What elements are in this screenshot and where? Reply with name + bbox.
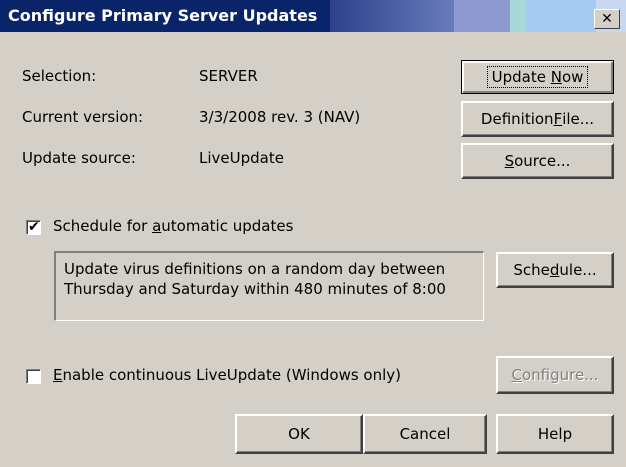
check-icon: ✔ — [28, 219, 40, 235]
definition-file-button[interactable]: Definition File... — [461, 101, 614, 137]
cancel-button[interactable]: Cancel — [363, 414, 487, 454]
configure-updates-dialog: Configure Primary Server Updates ✕ Selec… — [0, 0, 626, 467]
configure-button[interactable]: Configure... — [496, 356, 614, 394]
continuous-liveupdate-checkbox[interactable] — [26, 369, 41, 384]
update-source-value: LiveUpdate — [199, 149, 284, 167]
close-button[interactable]: ✕ — [594, 9, 620, 29]
schedule-button[interactable]: Sche d ule... — [496, 252, 614, 288]
schedule-automatic-updates-checkbox[interactable]: ✔ — [26, 219, 41, 235]
title-bar[interactable]: Configure Primary Server Updates ✕ — [0, 0, 626, 32]
schedule-description-line-2: Thursday and Saturday within 480 minutes… — [64, 280, 446, 298]
help-button[interactable]: Help — [496, 414, 614, 454]
selection-value: SERVER — [199, 67, 258, 85]
schedule-automatic-updates-label[interactable]: Schedule for automatic updates — [53, 217, 293, 235]
source-button[interactable]: Source... — [461, 143, 614, 179]
current-version-label: Current version: — [22, 108, 144, 126]
schedule-description-box: Update virus definitions on a random day… — [54, 251, 484, 321]
update-now-button[interactable]: Update Now — [461, 60, 614, 94]
window-title: Configure Primary Server Updates — [8, 6, 318, 25]
close-icon: ✕ — [601, 11, 613, 27]
continuous-liveupdate-label[interactable]: Enable continuous LiveUpdate (Windows on… — [53, 366, 401, 384]
current-version-value: 3/3/2008 rev. 3 (NAV) — [199, 108, 361, 126]
schedule-description-line-1: Update virus definitions on a random day… — [64, 260, 446, 278]
selection-label: Selection: — [22, 67, 97, 85]
update-source-label: Update source: — [22, 149, 136, 167]
ok-button[interactable]: OK — [235, 414, 363, 454]
